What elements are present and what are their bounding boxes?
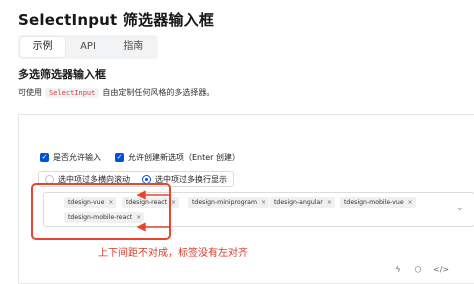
annotation-arrow-bottom [136, 222, 170, 232]
annotation-text: 上下间距不对成，标签没有左对齐 [98, 248, 248, 259]
annotation-arrows [136, 190, 170, 232]
lightning-icon[interactable]: ϟ [393, 265, 403, 274]
annotation-arrow-top [136, 190, 170, 200]
code-icon[interactable]: </> [433, 265, 449, 274]
demo-toolbar: ϟ ⬡ </> [393, 265, 449, 274]
cube-icon[interactable]: ⬡ [413, 265, 423, 274]
